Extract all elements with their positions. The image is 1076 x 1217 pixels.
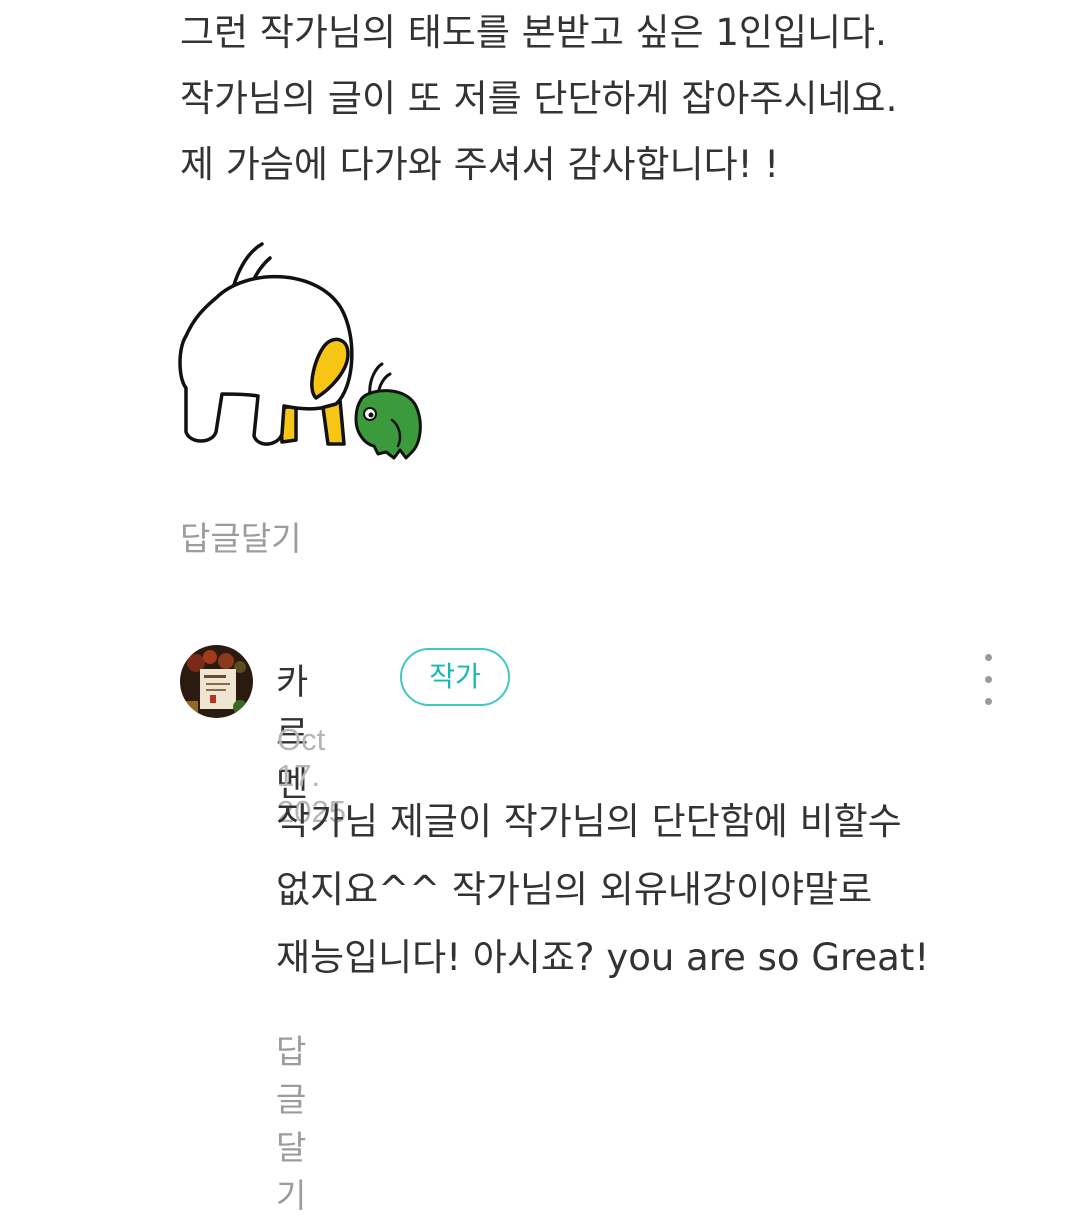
avatar-image bbox=[180, 645, 253, 718]
reply-link[interactable]: 답글달기 bbox=[276, 1025, 306, 1217]
comment-line: 그런 작가님의 태도를 본받고 싶은 1인입니다. bbox=[180, 11, 887, 54]
avatar[interactable] bbox=[180, 645, 253, 718]
more-vertical-icon bbox=[985, 676, 992, 683]
reply-text: 작가님 제글이 작가님의 단단함에 비할수 없지요^^ 작가님의 외유내강이야말… bbox=[276, 788, 1056, 992]
reply-line: 작가님 제글이 작가님의 단단함에 비할수 bbox=[276, 800, 902, 843]
comment-line: 제 가슴에 다가와 주셔서 감사합니다! ! bbox=[180, 143, 780, 186]
reply-line: 없지요^^ 작가님의 외유내강이야말로 bbox=[276, 868, 873, 911]
more-options-button[interactable] bbox=[970, 648, 1006, 712]
reply-line: 재능입니다! 아시죠? you are so Great! bbox=[276, 936, 930, 979]
reply-link[interactable]: 답글달기 bbox=[180, 512, 301, 560]
comment-sticker bbox=[176, 238, 426, 466]
more-vertical-icon bbox=[985, 654, 992, 661]
comment-line: 작가님의 글이 또 저를 단단하게 잡아주시네요. bbox=[180, 77, 898, 120]
more-vertical-icon bbox=[985, 698, 992, 705]
comment-text: 그런 작가님의 태도를 본받고 싶은 1인입니다. 작가님의 글이 또 저를 단… bbox=[180, 0, 1040, 198]
sticker-character bbox=[178, 242, 422, 460]
author-badge: 작가 bbox=[400, 648, 510, 706]
